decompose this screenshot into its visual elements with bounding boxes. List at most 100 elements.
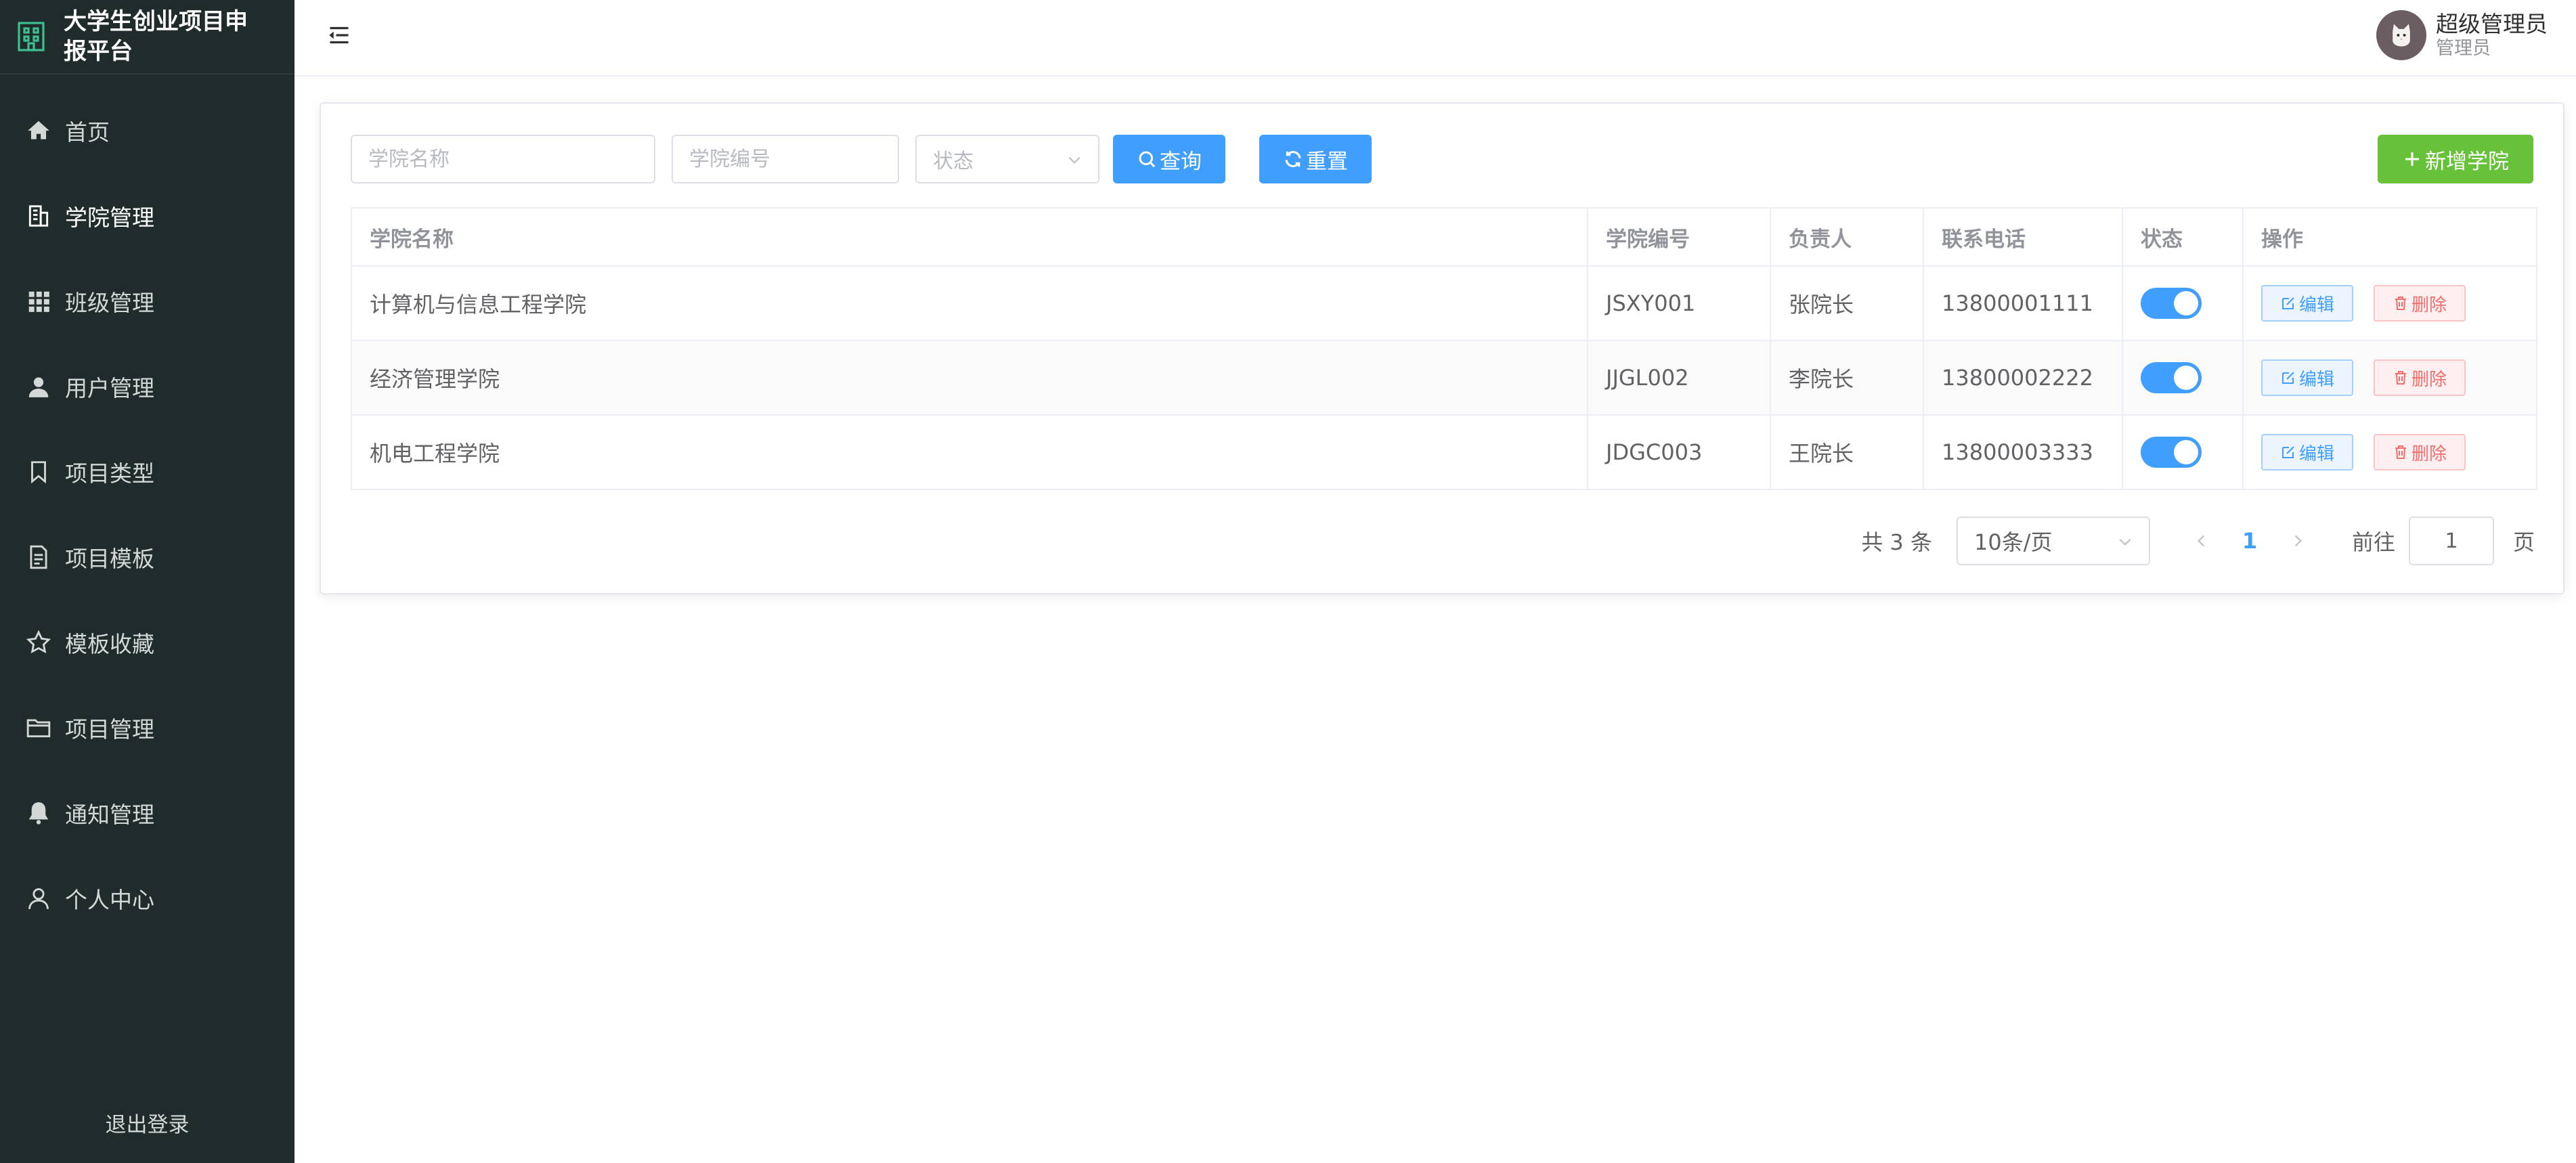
building-icon [28,205,49,227]
sidebar-item-notice[interactable]: 通知管理 [0,770,294,856]
edit-button[interactable]: 编辑 [2261,434,2353,470]
delete-button[interactable]: 删除 [2374,285,2466,322]
trash-icon [2395,445,2406,459]
refresh-icon [1285,151,1301,167]
leader-cell: 张院长 [1770,266,1924,341]
college-code-cell: JSXY001 [1588,266,1771,341]
actions-cell: 编辑 删除 [2243,266,2537,341]
edit-button[interactable]: 编辑 [2261,285,2353,322]
search-icon [1139,151,1156,168]
phone-cell: 13800002222 [1923,341,2123,416]
college-code-cell: JDGC003 [1588,415,1771,490]
chevron-down-icon [2119,538,2131,546]
status-toggle[interactable] [2141,362,2202,393]
pagination-total: 共 3 条 [1861,529,1932,555]
sidebar-item-users[interactable]: 用户管理 [0,344,294,429]
star-icon [26,630,51,654]
prev-page-button[interactable] [2181,532,2222,550]
college-name-cell: 机电工程学院 [351,415,1588,490]
edit-button[interactable]: 编辑 [2261,359,2353,396]
column-header-code: 学院编号 [1588,208,1771,267]
sidebar-item-project-type[interactable]: 项目类型 [0,429,294,514]
sidebar-item-college[interactable]: 学院管理 [0,173,294,259]
status-select[interactable]: 状态 [915,135,1099,183]
avatar [2376,10,2426,60]
page-size-value: 10条/页 [1973,529,2053,555]
plus-icon [2405,152,2419,166]
edit-button-label: 编辑 [2298,294,2334,315]
status-cell [2122,266,2244,341]
add-college-button[interactable]: 新增学院 [2378,135,2533,183]
sidebar-item-class[interactable]: 班级管理 [0,259,294,344]
status-select-placeholder: 状态 [933,150,974,173]
folder-icon [26,719,51,738]
delete-button[interactable]: 删除 [2374,434,2466,470]
delete-button-label: 删除 [2411,294,2447,315]
pagination: 共 3 条 10条/页 1 前往 页 [1861,517,2535,565]
sidebar-item-label: 项目类型 [65,460,154,487]
edit-button-label: 编辑 [2298,369,2334,390]
search-button[interactable]: 查询 [1113,135,1225,183]
cat-avatar-icon [2393,24,2410,47]
user-role: 管理员 [2436,38,2491,59]
chevron-right-icon [2294,535,2302,547]
page-number-current[interactable]: 1 [2222,528,2277,554]
user-menu[interactable]: 超级管理员 管理员 [2376,8,2548,62]
column-header-phone: 联系电话 [1923,208,2123,267]
goto-prefix: 前往 [2351,529,2395,555]
college-name-cell: 计算机与信息工程学院 [351,266,1588,341]
college-code-cell: JJGL002 [1588,341,1771,416]
goto-page-input[interactable] [2408,517,2494,565]
sidebar-item-profile[interactable]: 个人中心 [0,856,294,941]
brand: 大学生创业项目申报平台 [0,0,294,74]
sidebar-item-template-favorites[interactable]: 模板收藏 [0,600,294,685]
sidebar: 大学生创业项目申报平台 首页 学院管理 班级管理 用户管理 项目类型 项目模板 [0,0,294,1163]
sidebar-menu: 首页 学院管理 班级管理 用户管理 项目类型 项目模板 模板收藏 项目管理 通知… [0,88,294,941]
reset-button-label: 重置 [1306,149,1348,174]
sidebar-item-label: 模板收藏 [65,631,154,657]
college-table: 学院名称 学院编号 负责人 联系电话 状态 操作 计算机与信息工程学院 JSXY… [351,207,2537,490]
leader-cell: 王院长 [1770,415,1924,490]
menu-fold-icon[interactable] [327,23,351,47]
sidebar-item-label: 学院管理 [65,204,154,231]
status-toggle[interactable] [2141,288,2202,319]
top-header: 超级管理员 管理员 [294,0,2576,76]
status-toggle[interactable] [2141,437,2202,468]
user-name: 超级管理员 [2436,11,2548,37]
trash-icon [2395,371,2406,385]
sidebar-item-project-manage[interactable]: 项目管理 [0,685,294,770]
reset-button[interactable]: 重置 [1259,135,1372,183]
chevron-left-icon [2197,535,2205,547]
sidebar-item-label: 项目管理 [65,716,154,743]
table-row: 计算机与信息工程学院 JSXY001 张院长 13800001111 编辑 删除 [351,266,2537,341]
app-title: 大学生创业项目申报平台 [64,8,248,65]
user-info: 超级管理员 管理员 [2436,11,2548,60]
sidebar-item-project-template[interactable]: 项目模板 [0,514,294,600]
delete-button-label: 删除 [2411,443,2447,464]
delete-button[interactable]: 删除 [2374,359,2466,396]
goto-suffix: 页 [2512,529,2535,555]
sidebar-item-home[interactable]: 首页 [0,88,294,173]
college-name-input[interactable] [351,135,655,183]
person-icon [28,888,49,909]
table-row: 经济管理学院 JJGL002 李院长 13800002222 编辑 删除 [351,341,2537,416]
college-code-input[interactable] [672,135,899,183]
bell-icon [28,802,49,825]
trash-icon [2395,297,2406,310]
search-button-label: 查询 [1160,149,1202,174]
column-header-name: 学院名称 [351,208,1588,267]
college-name-cell: 经济管理学院 [351,341,1588,416]
next-page-button[interactable] [2277,532,2318,550]
column-header-leader: 负责人 [1770,208,1924,267]
edit-icon [2282,297,2294,309]
building-logo-icon [18,22,45,51]
status-cell [2122,341,2244,416]
edit-button-label: 编辑 [2298,443,2334,464]
edit-icon [2282,446,2294,458]
actions-cell: 编辑 删除 [2243,415,2537,490]
college-list-card: 状态 查询 重置 新增学院 学院名称 学院编号 负责人 联系电话 状态 操作 [320,102,2564,594]
page-size-select[interactable]: 10条/页 [1956,517,2150,565]
delete-button-label: 删除 [2411,369,2447,390]
logout-button[interactable]: 退出登录 [0,1095,294,1149]
leader-cell: 李院长 [1770,341,1924,416]
